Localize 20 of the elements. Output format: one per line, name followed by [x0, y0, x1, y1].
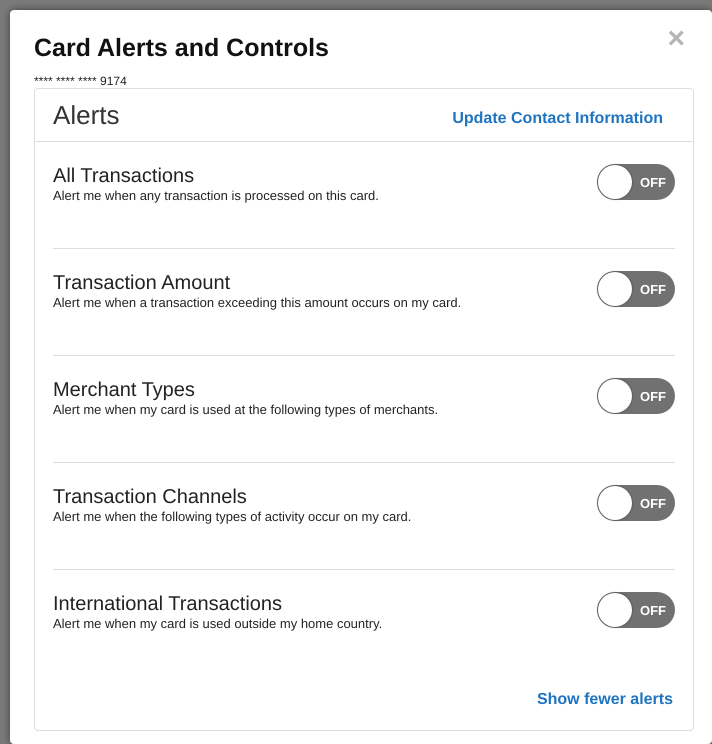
alert-title: Merchant Types [53, 378, 196, 402]
alert-title: Transaction Amount [53, 271, 232, 295]
alert-title: All Transactions [53, 164, 196, 188]
toggle-switch[interactable]: OFF [597, 485, 675, 521]
toggle-switch[interactable]: OFF [597, 271, 675, 307]
alert-description: Alert me when my card is used at the following types of merchants. [53, 402, 438, 418]
alert-description: Alert me when the following types of activity occur on my card. [53, 509, 412, 525]
alert-description: Alert me when a transaction exceeding this amount occurs on my card. [53, 295, 462, 311]
alert-title: International Transactions [53, 592, 284, 616]
card-title: Alerts [53, 98, 120, 132]
toggle-switch[interactable]: OFF [597, 378, 675, 414]
dialog-title: Card Alerts and Controls [34, 33, 329, 64]
toggle-switch[interactable]: OFF [597, 592, 675, 628]
alert-description: Alert me when any transaction is processed on this card. [53, 188, 379, 204]
toggle-switch[interactable]: OFF [597, 164, 675, 200]
card-number: **** **** **** 9174 [34, 74, 127, 88]
alert-description: Alert me when my card is used outside my home country. [53, 616, 382, 632]
contact-link[interactable]: Update Contact Information [452, 107, 663, 131]
alert-title: Transaction Channels [53, 485, 248, 509]
show-fewer-link[interactable]: Show fewer alerts [536, 691, 673, 708]
